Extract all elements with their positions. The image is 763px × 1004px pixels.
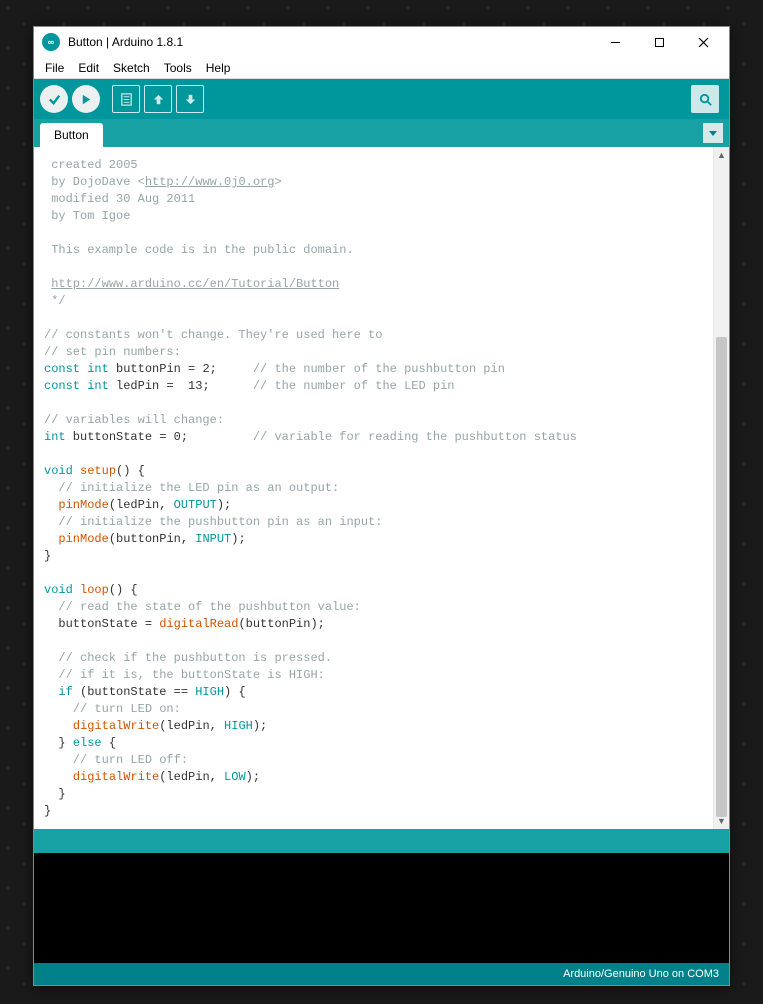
window-controls	[593, 27, 725, 57]
menu-tools[interactable]: Tools	[157, 59, 199, 77]
scroll-thumb[interactable]	[716, 337, 727, 817]
editor-area: created 2005 by DojoDave <http://www.0j0…	[34, 147, 729, 829]
serial-monitor-button[interactable]	[691, 85, 719, 113]
save-sketch-button[interactable]	[176, 85, 204, 113]
menubar: File Edit Sketch Tools Help	[34, 57, 729, 79]
code-editor[interactable]: created 2005 by DojoDave <http://www.0j0…	[34, 147, 713, 829]
scroll-down-arrow-icon[interactable]: ▼	[714, 813, 729, 829]
console-output[interactable]	[34, 853, 729, 963]
board-port-label: Arduino/Genuino Uno on COM3	[563, 968, 719, 980]
menu-file[interactable]: File	[38, 59, 71, 77]
verify-button[interactable]	[40, 85, 68, 113]
open-sketch-button[interactable]	[144, 85, 172, 113]
upload-button[interactable]	[72, 85, 100, 113]
menu-edit[interactable]: Edit	[71, 59, 106, 77]
menu-help[interactable]: Help	[199, 59, 238, 77]
arduino-logo-icon: ∞	[42, 33, 60, 51]
menu-sketch[interactable]: Sketch	[106, 59, 157, 77]
footer-status: Arduino/Genuino Uno on COM3	[34, 963, 729, 985]
tab-menu-button[interactable]	[703, 123, 723, 143]
new-sketch-button[interactable]	[112, 85, 140, 113]
status-strip	[34, 829, 729, 853]
scroll-up-arrow-icon[interactable]: ▲	[714, 147, 729, 163]
toolbar	[34, 79, 729, 119]
titlebar: ∞ Button | Arduino 1.8.1	[34, 27, 729, 57]
vertical-scrollbar[interactable]: ▲ ▼	[713, 147, 729, 829]
maximize-button[interactable]	[637, 27, 681, 57]
tabbar: Button	[34, 119, 729, 147]
window-title: Button | Arduino 1.8.1	[68, 35, 593, 49]
minimize-button[interactable]	[593, 27, 637, 57]
tab-button[interactable]: Button	[40, 123, 103, 147]
close-button[interactable]	[681, 27, 725, 57]
arduino-ide-window: ∞ Button | Arduino 1.8.1 File Edit Sketc…	[33, 26, 730, 986]
